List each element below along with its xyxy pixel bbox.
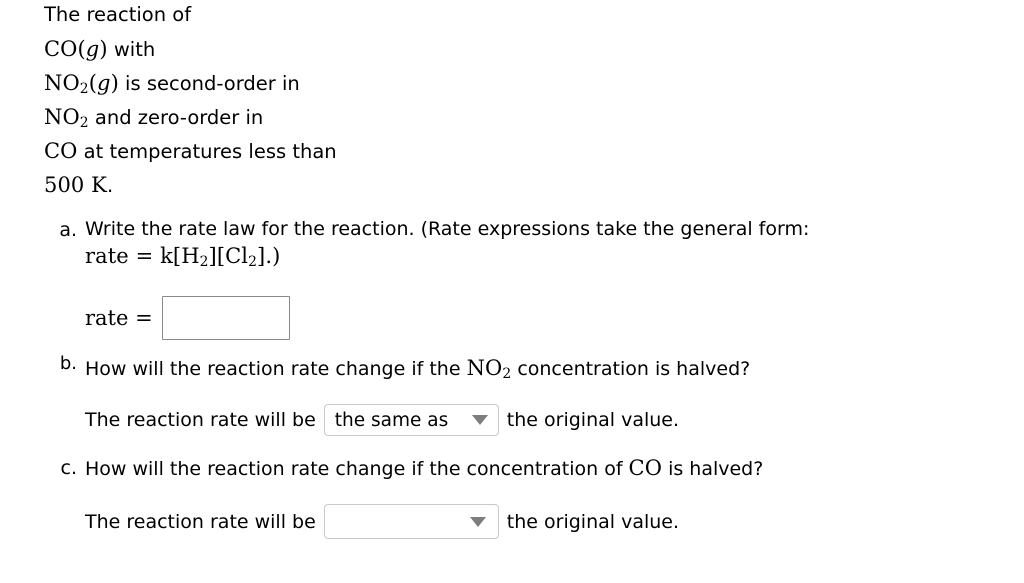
list-marker-b: b. — [59, 353, 77, 374]
text-fragment: concentration is halved? — [511, 358, 751, 380]
answer-b-suffix: the original value. — [506, 409, 680, 431]
question-a-formula: rate = k[H2][Cl2].) — [85, 244, 281, 271]
list-marker-a: a. — [59, 219, 77, 241]
text-fragment: . — [106, 174, 114, 197]
text-fragment: How will the reaction rate change if the… — [85, 458, 629, 480]
answer-b-prefix: The reaction rate will be — [85, 409, 316, 431]
answer-c-prefix: The reaction rate will be — [85, 510, 316, 533]
text-fragment: is halved? — [662, 458, 764, 480]
chemical-formula-co: CO — [44, 139, 78, 163]
rate-change-select-b-value: the same as — [334, 409, 449, 431]
text-fragment: and zero-order in — [88, 106, 264, 129]
temperature-value: 500 K — [44, 173, 107, 197]
question-b-prompt: How will the reaction rate change if the… — [85, 356, 751, 383]
chemical-formula-co: CO(g) — [44, 37, 108, 61]
text-fragment: How will the reaction rate change if the — [85, 358, 467, 380]
problem-statement-line: CO at temperatures less than — [44, 134, 564, 168]
text-fragment: at temperatures less than — [77, 140, 337, 163]
rate-change-select-b[interactable]: the same as — [323, 404, 499, 436]
text-fragment: with — [107, 38, 156, 61]
general-rate-expression: rate = k[H2][Cl2].) — [85, 244, 281, 271]
chevron-down-icon — [469, 516, 486, 527]
text-fragment: The reaction of — [44, 3, 192, 26]
question-a-prompt: Write the rate law for the reaction. (Ra… — [85, 218, 810, 240]
problem-statement-line: CO(g) with — [44, 32, 564, 66]
answer-row-c: The reaction rate will be the original v… — [85, 504, 679, 539]
question-c-prompt: How will the reaction rate change if the… — [85, 456, 763, 480]
chemical-formula-no2: NO2 — [44, 105, 89, 132]
rate-answer-row: rate = — [85, 296, 290, 340]
rate-change-select-c[interactable] — [323, 504, 499, 539]
problem-statement-line: NO2 and zero-order in — [44, 100, 564, 134]
problem-statement-line: NO2(g) is second-order in — [44, 66, 564, 100]
chevron-down-icon — [471, 415, 488, 425]
rate-law-input[interactable] — [161, 296, 290, 340]
problem-statement-line: 500 K. — [44, 168, 564, 202]
chemical-formula-co: CO — [628, 456, 663, 480]
problem-statement-line: The reaction of — [44, 0, 564, 32]
chemical-formula-no2: NO2(g) — [44, 71, 119, 98]
problem-statement: The reaction of CO(g) with NO2(g) is sec… — [44, 0, 564, 202]
text-fragment: is second-order in — [118, 72, 300, 95]
rate-equals-label: rate = — [85, 306, 153, 330]
list-marker-c: c. — [60, 457, 78, 479]
answer-c-suffix: the original value. — [506, 510, 680, 533]
chemical-formula-no2: NO2 — [466, 356, 512, 383]
answer-row-b: The reaction rate will be the same as th… — [85, 404, 679, 436]
